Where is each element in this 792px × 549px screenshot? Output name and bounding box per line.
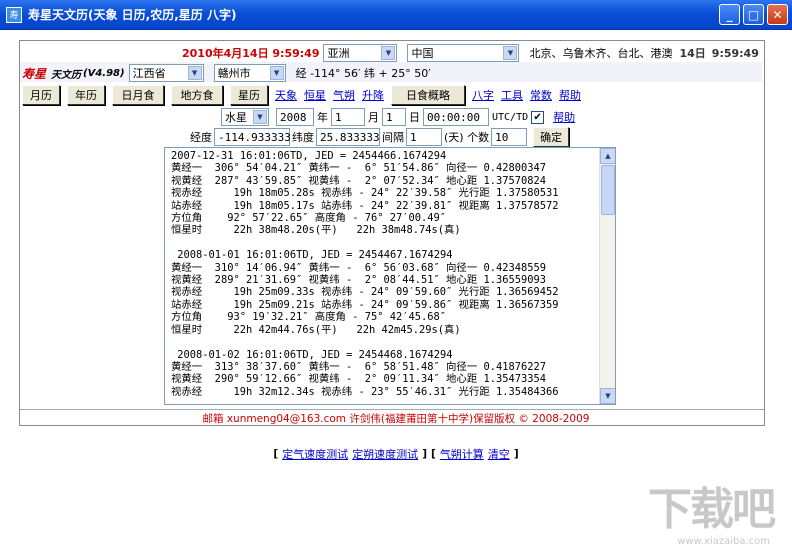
brand-name2: 天文历 xyxy=(51,69,82,81)
longitude-label: 经度 xyxy=(190,131,212,144)
params-help-link[interactable]: 帮助 xyxy=(553,109,575,125)
right-day: 14日 xyxy=(679,47,706,60)
bracket-open: [ xyxy=(431,448,436,460)
chevron-down-icon: ▼ xyxy=(187,66,202,80)
chevron-down-icon: ▼ xyxy=(503,46,518,60)
celestial-link[interactable]: 天象 xyxy=(275,87,297,103)
clear-link[interactable]: 清空 xyxy=(488,446,510,462)
scroll-thumb[interactable] xyxy=(601,165,615,215)
scroll-down-icon[interactable]: ▼ xyxy=(600,388,615,404)
chevron-down-icon: ▼ xyxy=(253,110,267,124)
month-unit: 月 xyxy=(368,111,379,124)
year-input[interactable]: 2008 xyxy=(276,108,314,126)
stars-link[interactable]: 恒星 xyxy=(304,87,326,103)
term-moon-calc-link[interactable]: 气朔计算 xyxy=(440,446,484,462)
bazi-link[interactable]: 八字 xyxy=(472,87,494,103)
utc-label: UTC/TD xyxy=(492,111,529,123)
utc-checkbox[interactable]: ✔ xyxy=(531,110,545,124)
chevron-down-icon: ▼ xyxy=(381,46,396,60)
planet-select[interactable]: 水星 ▼ xyxy=(221,108,269,126)
chevron-down-icon: ▼ xyxy=(269,66,284,80)
right-time: 9:59:49 xyxy=(711,46,759,60)
interval-unit: (天) 个数 xyxy=(444,131,490,144)
copyright-footer: 邮箱 xunmeng04@163.com 许剑伟(福建莆田第十中学)保留版权 ©… xyxy=(202,413,590,425)
day-input[interactable]: 1 xyxy=(382,108,406,126)
bracket-close: ] xyxy=(513,448,519,460)
continent-value: 亚洲 xyxy=(327,47,350,60)
solar-term-speed-test-link[interactable]: 定气速度测试 xyxy=(282,446,348,462)
interval-label: 间隔 xyxy=(382,131,404,144)
province-select[interactable]: 江西省 ▼ xyxy=(128,64,204,82)
tools-link[interactable]: 工具 xyxy=(501,87,523,103)
watermark-logo: 下载吧 xyxy=(648,484,776,535)
scroll-up-icon[interactable]: ▲ xyxy=(600,148,615,164)
city-select[interactable]: 赣州市 ▼ xyxy=(213,64,286,82)
current-datetime: 2010年4月14日 9:59:49 xyxy=(182,47,320,60)
month-calendar-button[interactable]: 月历 xyxy=(22,85,60,105)
brand-name: 寿星 xyxy=(22,66,47,81)
local-eclipse-button[interactable]: 地方食 xyxy=(171,85,223,105)
bracket-close: ] xyxy=(422,448,427,460)
watermark-url: www.xiazaiba.com xyxy=(677,536,770,547)
close-button[interactable]: ✕ xyxy=(767,4,788,25)
bottom-links: [ 定气速度测试 定朔速度测试 ] [ 气朔计算 清空 ] xyxy=(0,446,792,462)
interval-input[interactable]: 1 xyxy=(406,128,442,146)
maximize-button[interactable]: □ xyxy=(743,4,764,25)
day-unit: 日 xyxy=(409,111,420,124)
month-input[interactable]: 1 xyxy=(331,108,365,126)
count-input[interactable]: 10 xyxy=(491,128,528,146)
constants-link[interactable]: 常数 xyxy=(530,87,552,103)
vertical-scrollbar[interactable]: ▲ ▼ xyxy=(599,148,615,404)
eclipse-overview-button[interactable]: 日食概略 xyxy=(391,85,465,105)
output-textarea[interactable]: 2007-12-31 16:01:06TD, JED = 2454466.167… xyxy=(164,147,616,405)
coordinates: 经 -114° 56′ 纬 + 25° 50′ xyxy=(295,67,431,80)
ephemeris-button[interactable]: 星历 xyxy=(230,85,268,105)
country-value: 中国 xyxy=(411,47,434,60)
help-link[interactable]: 帮助 xyxy=(559,87,581,103)
time-input[interactable]: 00:00:00 xyxy=(423,108,489,126)
planet-value: 水星 xyxy=(225,111,247,124)
window-title: 寿星天文历(天象 日历,农历,星历 八字) xyxy=(28,8,237,22)
continent-select[interactable]: 亚洲 ▼ xyxy=(323,44,398,62)
latitude-input[interactable]: 25.833333 xyxy=(316,128,380,146)
year-calendar-button[interactable]: 年历 xyxy=(67,85,105,105)
bracket-open: [ xyxy=(273,448,279,460)
province-value: 江西省 xyxy=(132,67,166,80)
brand-version: (V4.98) xyxy=(83,67,125,79)
title-bar: 寿 寿星天文历(天象 日历,农历,星历 八字) _ □ ✕ xyxy=(0,0,792,30)
city-list: 北京、乌鲁木齐、台北、港澳 xyxy=(529,47,673,60)
solar-terms-link[interactable]: 气朔 xyxy=(333,87,355,103)
divider xyxy=(20,409,764,410)
latitude-label: 纬度 xyxy=(292,131,314,144)
output-text: 2007-12-31 16:01:06TD, JED = 2454466.167… xyxy=(171,150,559,398)
year-unit: 年 xyxy=(317,111,328,124)
app-icon: 寿 xyxy=(6,6,22,23)
country-select[interactable]: 中国 ▼ xyxy=(407,44,520,62)
rise-set-link[interactable]: 升降 xyxy=(362,87,384,103)
city-value: 赣州市 xyxy=(217,67,251,80)
ok-button[interactable]: 确定 xyxy=(533,127,570,147)
longitude-input[interactable]: -114.933333 xyxy=(214,128,291,146)
eclipse-button[interactable]: 日月食 xyxy=(112,85,164,105)
new-moon-speed-test-link[interactable]: 定朔速度测试 xyxy=(352,446,418,462)
minimize-button[interactable]: _ xyxy=(719,4,740,25)
